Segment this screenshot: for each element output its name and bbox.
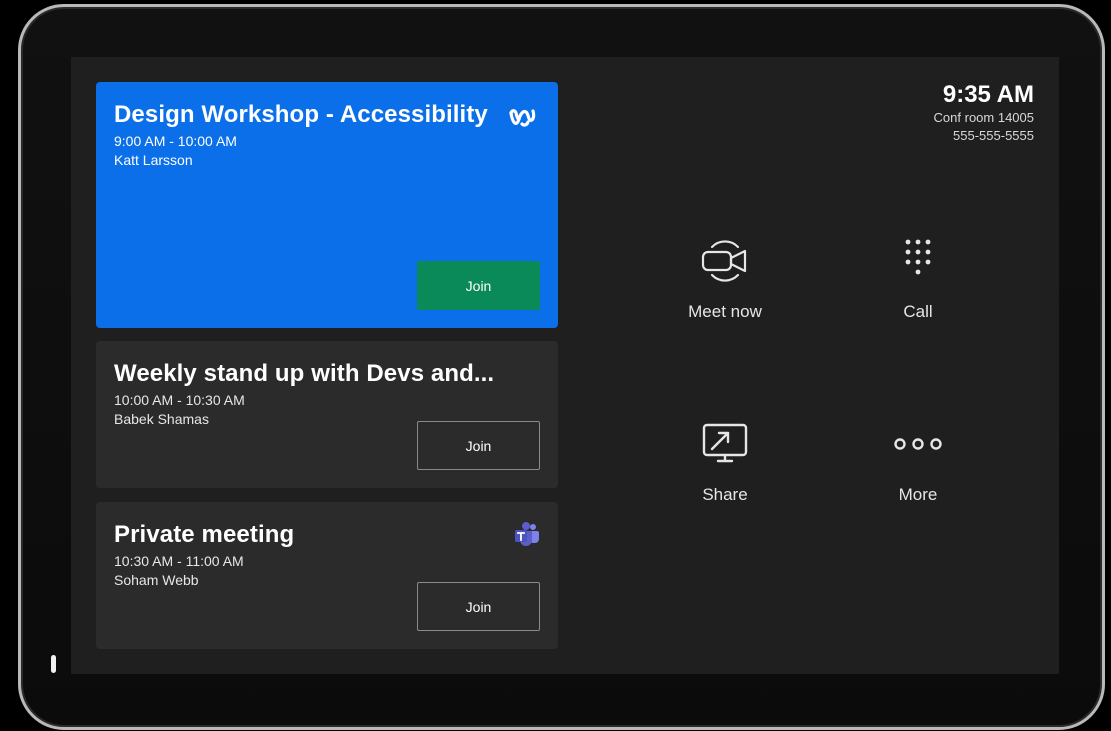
meeting-time: 10:00 AM - 10:30 AM (114, 392, 245, 408)
meeting-title: Design Workshop - Accessibility (114, 101, 488, 128)
meeting-title: Weekly stand up with Devs and... (114, 360, 495, 387)
room-status: 9:35 AM Conf room 14005 555-555-5555 (934, 81, 1034, 145)
action-label: Share (702, 485, 748, 504)
clock-time: 9:35 AM (942, 81, 1034, 108)
action-label: Meet now (688, 302, 762, 321)
meeting-card-weekly-standup[interactable]: Weekly stand up with Devs and... 10:00 A… (96, 341, 558, 488)
meeting-card-private-meeting[interactable]: Private meeting 10:30 AM - 11:00 AM Soha… (96, 502, 558, 649)
room-name: Conf room 14005 (933, 110, 1034, 125)
more-button[interactable]: More (838, 417, 998, 505)
meet-now-button[interactable]: Meet now (645, 234, 805, 322)
meeting-title: Private meeting (114, 521, 295, 548)
join-button[interactable]: Join (417, 261, 540, 310)
webex-icon (509, 109, 536, 127)
home-indicator[interactable] (51, 655, 56, 673)
action-label: More (898, 485, 938, 504)
meeting-time: 10:30 AM - 11:00 AM (114, 553, 244, 569)
teams-icon (515, 522, 539, 546)
meeting-host: Soham Webb (114, 572, 199, 588)
room-panel-screen: Design Workshop - Accessibility 9:00 AM … (71, 57, 1059, 674)
call-button[interactable]: Call (838, 234, 998, 322)
action-label: Call (903, 302, 933, 321)
meeting-card-design-workshop[interactable]: Design Workshop - Accessibility 9:00 AM … (96, 82, 558, 328)
meeting-host: Babek Shamas (114, 411, 209, 427)
dialpad-icon (838, 234, 998, 288)
screen-share-icon (645, 417, 805, 471)
more-icon (838, 417, 998, 471)
meeting-host: Katt Larsson (114, 152, 193, 168)
video-camera-icon (645, 234, 805, 288)
join-button[interactable]: Join (417, 582, 540, 631)
meeting-time: 9:00 AM - 10:00 AM (114, 133, 237, 149)
share-button[interactable]: Share (645, 417, 805, 505)
room-phone: 555-555-5555 (953, 128, 1034, 143)
join-button[interactable]: Join (417, 421, 540, 470)
